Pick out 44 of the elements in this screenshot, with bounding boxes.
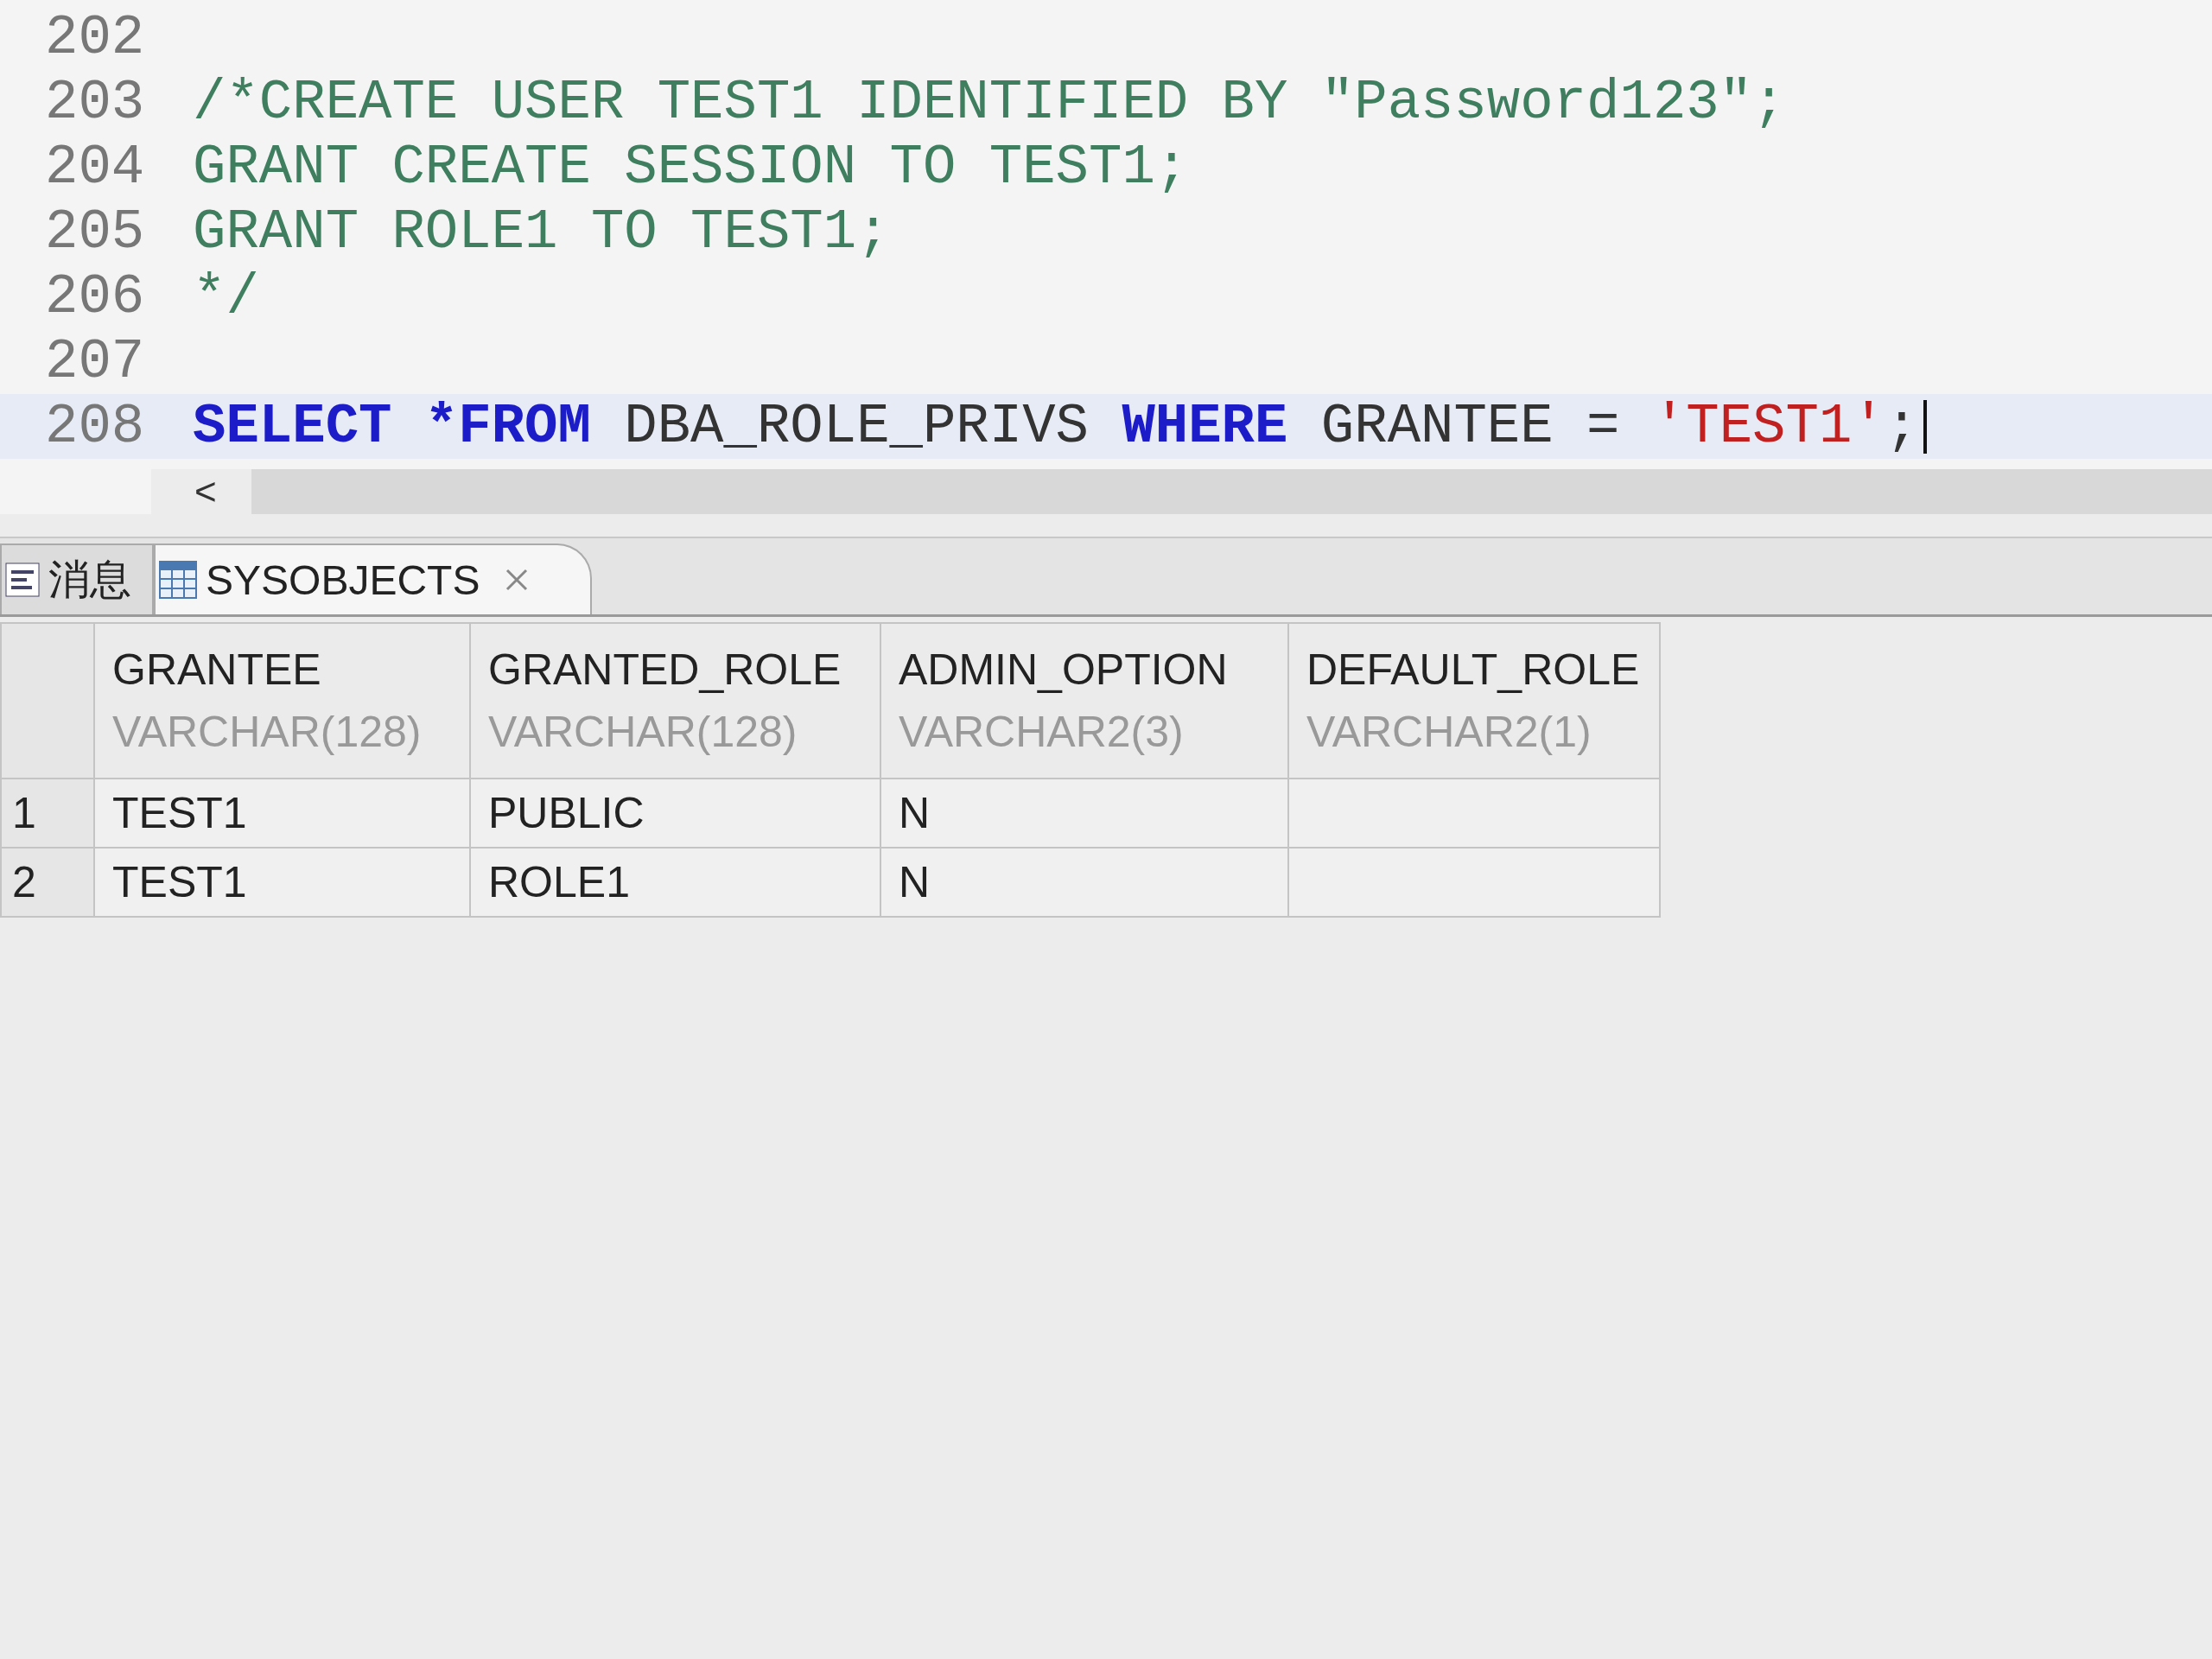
column-name: GRANTED_ROLE	[488, 645, 842, 695]
line-number: 207	[44, 330, 146, 393]
comment-text: GRANT ROLE1 TO TEST1;	[193, 200, 890, 264]
sql-keyword: WHERE	[1122, 395, 1288, 458]
column-name: GRANTEE	[112, 645, 322, 695]
code-text: DBA_ROLE_PRIVS	[623, 395, 1090, 458]
row-number: 1	[1, 779, 94, 848]
table-cell: PUBLIC	[470, 779, 880, 848]
comment-text: */	[193, 265, 259, 328]
column-header[interactable]: ADMIN_OPTION VARCHAR2(3)	[880, 623, 1288, 779]
line-number: 208	[44, 395, 146, 458]
comment-text: /*CREATE USER TEST1 IDENTIFIED BY "Password123";	[193, 71, 1786, 134]
column-name: ADMIN_OPTION	[899, 645, 1229, 695]
string-literal: 'TEST1'	[1652, 395, 1885, 458]
column-header[interactable]: GRANTED_ROLE VARCHAR(128)	[470, 623, 880, 779]
table-cell: TEST1	[94, 779, 470, 848]
table-cell: N	[880, 779, 1288, 848]
result-tab[interactable]: 消息	[0, 543, 154, 614]
line-number: 205	[44, 200, 146, 264]
code-text: GRANTEE =	[1319, 395, 1621, 458]
column-type: VARCHAR(128)	[112, 707, 423, 757]
line-number: 203	[44, 71, 146, 134]
row-number: 2	[1, 848, 94, 917]
column-header[interactable]: GRANTEE VARCHAR(128)	[94, 623, 470, 779]
line-number: 206	[44, 265, 146, 328]
column-header[interactable]: DEFAULT_ROLE VARCHAR2(1)	[1288, 623, 1660, 779]
table-icon	[159, 561, 197, 599]
text-cursor	[1923, 399, 1928, 454]
sql-keyword: SELECT *FROM	[193, 395, 591, 458]
column-type: VARCHAR2(1)	[1306, 707, 1592, 757]
scroll-left-button[interactable]: <	[151, 469, 251, 514]
result-tab[interactable]: SYSOBJECTS	[154, 543, 593, 614]
horizontal-scrollbar[interactable]: <	[151, 469, 2212, 514]
line-number: 204	[44, 136, 146, 199]
comment-text: GRANT CREATE SESSION TO TEST1;	[193, 136, 1189, 199]
column-type: VARCHAR(128)	[488, 707, 798, 757]
table-cell: ROLE1	[470, 848, 880, 917]
table-cell: N	[880, 848, 1288, 917]
line-number: 202	[44, 6, 146, 69]
column-name: DEFAULT_ROLE	[1306, 645, 1641, 695]
message-list-icon	[5, 563, 40, 597]
table-cell: TEST1	[94, 848, 470, 917]
column-type: VARCHAR2(3)	[899, 707, 1185, 757]
code-text: ;	[1885, 395, 1919, 458]
